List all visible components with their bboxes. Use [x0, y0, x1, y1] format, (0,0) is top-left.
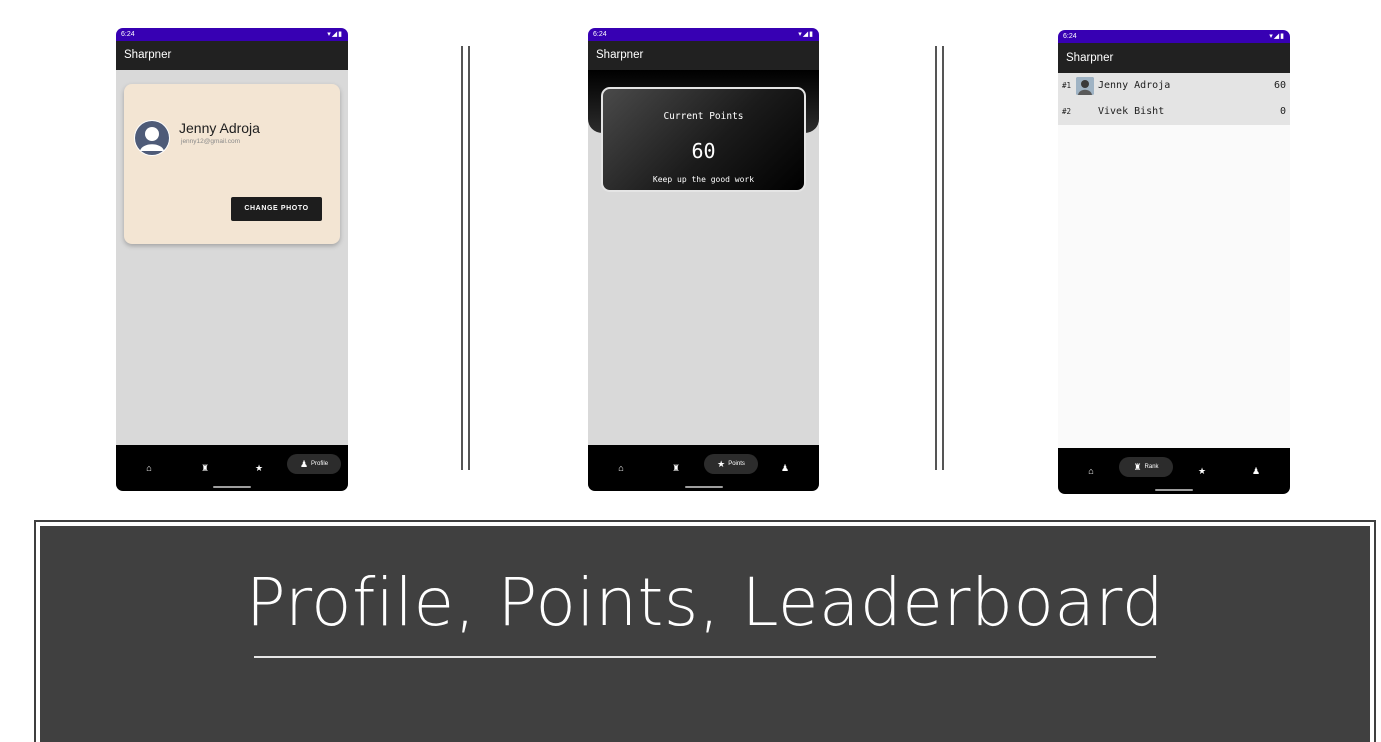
change-photo-button[interactable]: CHANGE PHOTO	[231, 197, 322, 221]
divider	[461, 46, 463, 470]
nav-home-icon[interactable]: ⌂	[611, 462, 631, 474]
leaderboard-list: #1 Jenny Adroja 60 #2 Vivek Bisht 0	[1058, 73, 1290, 125]
avatar[interactable]	[134, 120, 170, 156]
app-title: Sharpner	[596, 49, 644, 61]
screenshot-stage: 6:24 ▾◢▮ Sharpner Jenny Adroja jenny12@g…	[0, 0, 1381, 742]
status-icons: ▾◢▮	[1269, 33, 1285, 40]
player-score: 0	[1279, 106, 1286, 117]
points-phone: 6:24 ▾◢▮ Sharpner Current Points 60 Keep…	[588, 28, 819, 491]
caption-title: Profile, Points, Leaderboard	[245, 564, 1165, 641]
app-bar: Sharpner	[116, 41, 348, 70]
leaderboard-row[interactable]: #2 Vivek Bisht 0	[1058, 99, 1290, 125]
app-title: Sharpner	[1066, 52, 1114, 64]
status-bar: 6:24 ▾◢▮	[588, 28, 819, 41]
status-time: 6:24	[1063, 33, 1077, 40]
bottom-nav: ⌂ ♜ ★ ♟ Profile	[116, 445, 348, 491]
rank-number: #1	[1062, 81, 1072, 90]
gesture-bar	[1155, 489, 1193, 491]
nav-profile-tab[interactable]: ♟ Profile	[287, 454, 341, 474]
points-label: Current Points	[663, 111, 744, 122]
status-icons: ▾◢▮	[327, 31, 343, 38]
app-title: Sharpner	[124, 49, 172, 61]
points-card: Current Points 60 Keep up the good work	[601, 87, 806, 192]
nav-profile-label: Profile	[311, 461, 329, 467]
gesture-bar	[213, 486, 251, 488]
gesture-bar	[684, 486, 723, 488]
status-time: 6:24	[121, 31, 135, 38]
bottom-nav: ⌂ ♜ Rank ★ ♟	[1058, 448, 1290, 494]
nav-points-label: Points	[728, 461, 745, 467]
nav-rank-tab[interactable]: ♜ Rank	[1119, 457, 1173, 477]
divider	[468, 46, 470, 470]
nav-profile-icon[interactable]: ♟	[775, 462, 795, 474]
caption-underline	[254, 656, 1156, 658]
points-message: Keep up the good work	[652, 175, 755, 184]
nav-profile-icon[interactable]: ♟	[1246, 465, 1266, 477]
nav-home-icon[interactable]: ⌂	[1081, 465, 1101, 477]
nav-points-icon[interactable]: ★	[249, 462, 269, 474]
nav-home-icon[interactable]: ⌂	[139, 462, 159, 474]
status-bar: 6:24 ▾◢▮	[116, 28, 348, 41]
caption-panel-inner: Profile, Points, Leaderboard	[40, 526, 1370, 742]
bottom-nav: ⌂ ♜ ★ Points ♟	[588, 445, 819, 491]
points-value: 60	[691, 139, 716, 163]
star-icon: ★	[717, 459, 726, 469]
rank-icon: ♜	[1133, 462, 1142, 472]
status-bar: 6:24 ▾◢▮	[1058, 30, 1290, 43]
profile-card: Jenny Adroja jenny12@gmail.com CHANGE PH…	[124, 84, 340, 244]
nav-rank-icon[interactable]: ♜	[195, 462, 215, 474]
user-photo-thumbnail	[1076, 77, 1094, 95]
caption-panel: Profile, Points, Leaderboard	[34, 520, 1376, 742]
person-icon: ♟	[299, 459, 309, 469]
player-name: Jenny Adroja	[1098, 80, 1171, 91]
user-photo-icon	[1076, 77, 1094, 95]
divider	[942, 46, 944, 470]
app-bar: Sharpner	[588, 41, 819, 70]
profile-phone: 6:24 ▾◢▮ Sharpner Jenny Adroja jenny12@g…	[116, 28, 348, 491]
player-score: 60	[1273, 80, 1286, 91]
nav-rank-icon[interactable]: ♜	[666, 462, 686, 474]
player-name: Vivek Bisht	[1098, 106, 1165, 117]
status-time: 6:24	[593, 31, 607, 38]
status-icons: ▾◢▮	[798, 31, 814, 38]
leaderboard-phone: 6:24 ▾◢▮ Sharpner #1 Jenny Adroja 60 #2 …	[1058, 30, 1290, 494]
rank-number: #2	[1062, 107, 1072, 116]
leaderboard-row[interactable]: #1 Jenny Adroja 60	[1058, 73, 1290, 99]
user-name: Jenny Adroja	[179, 120, 260, 136]
nav-rank-label: Rank	[1144, 464, 1159, 470]
default-avatar-icon	[135, 121, 169, 155]
divider	[935, 46, 937, 470]
user-email: jenny12@gmail.com	[181, 138, 240, 145]
nav-points-icon[interactable]: ★	[1192, 465, 1212, 477]
nav-points-tab[interactable]: ★ Points	[704, 454, 758, 474]
app-bar: Sharpner	[1058, 43, 1290, 73]
